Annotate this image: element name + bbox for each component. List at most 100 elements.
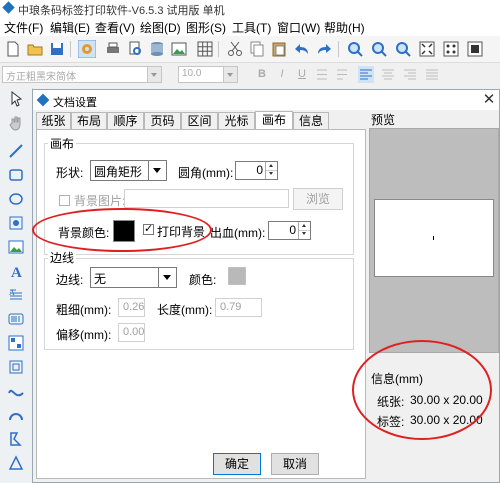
print-icon[interactable] — [104, 40, 122, 58]
fit-page-icon[interactable] — [418, 40, 436, 58]
chevron-down-icon — [223, 67, 237, 82]
menu-shape[interactable]: 图形(S) — [186, 19, 226, 36]
chevron-down-icon — [147, 67, 161, 82]
tab-paper[interactable]: 纸张 — [36, 112, 71, 129]
font-family-value: 方正粗黑宋简体 — [6, 72, 76, 83]
tab-layout[interactable]: 布局 — [71, 112, 107, 129]
bold-button[interactable]: B — [254, 66, 270, 83]
shape-label: 形状: — [56, 166, 84, 180]
paste-icon[interactable] — [270, 40, 288, 58]
close-icon[interactable]: ✕ — [481, 92, 497, 108]
zoom-out-icon[interactable] — [394, 40, 412, 58]
menu-help[interactable]: 帮助(H) — [324, 19, 365, 36]
border-color-swatch[interactable] — [228, 267, 246, 285]
border-select[interactable]: 无 — [90, 267, 177, 288]
bg-image-checkbox[interactable] — [59, 195, 70, 206]
menu-window[interactable]: 窗口(W) — [277, 19, 320, 36]
menu-file[interactable]: 文件(F) — [4, 19, 43, 36]
offset-input[interactable]: 0.00 — [118, 323, 145, 342]
menu-edit[interactable]: 编辑(E) — [50, 19, 90, 36]
spin-down-icon[interactable] — [299, 230, 310, 238]
highlight-oval-info — [352, 340, 492, 440]
barcode-tool-icon[interactable] — [8, 311, 24, 327]
align-left-icon[interactable] — [358, 66, 374, 83]
font-size-select[interactable]: 10.0 — [178, 66, 238, 83]
radius-spinner[interactable]: 0 — [235, 161, 278, 180]
radius-value: 0 — [256, 163, 263, 177]
app-logo-icon — [2, 1, 15, 14]
grid-icon[interactable] — [196, 40, 214, 58]
tab-info[interactable]: 信息 — [293, 112, 329, 129]
browse-button[interactable]: 浏览 — [293, 188, 343, 210]
shape-select[interactable]: 圆角矩形 — [90, 160, 167, 181]
preview-paper — [374, 199, 494, 277]
triangle-tool-icon[interactable] — [8, 455, 24, 471]
shape-value: 圆角矩形 — [94, 165, 143, 179]
align-center-icon[interactable] — [380, 66, 396, 83]
image-icon[interactable] — [170, 40, 188, 58]
rectangle-tool-icon[interactable] — [8, 167, 24, 183]
menu-draw[interactable]: 绘图(D) — [140, 19, 181, 36]
ellipse-tool-icon[interactable] — [8, 191, 24, 207]
print-preview-icon[interactable] — [126, 40, 144, 58]
chevron-down-icon — [158, 268, 176, 287]
tab-page-number[interactable]: 页码 — [144, 112, 181, 129]
zoom-in-icon[interactable] — [346, 40, 364, 58]
qrcode-tool-icon[interactable] — [8, 335, 24, 351]
dialog-title: 文档设置 — [53, 97, 97, 109]
select-all-icon[interactable] — [466, 40, 484, 58]
drawing-tools-panel: A A — [0, 88, 33, 483]
undo-icon[interactable] — [292, 40, 310, 58]
spin-down-icon[interactable] — [266, 170, 277, 178]
cut-icon[interactable] — [226, 40, 244, 58]
italic-button[interactable]: I — [274, 66, 290, 83]
strikethrough-icon[interactable] — [314, 66, 330, 83]
save-icon[interactable] — [48, 40, 66, 58]
zoom-fit-icon[interactable] — [370, 40, 388, 58]
cancel-button[interactable]: 取消 — [271, 453, 319, 475]
actual-size-icon[interactable] — [442, 40, 460, 58]
matrix-code-tool-icon[interactable] — [8, 359, 24, 375]
settings-gear-icon[interactable] — [78, 40, 96, 58]
underline-button[interactable]: U — [294, 66, 310, 83]
font-family-select[interactable]: 方正粗黑宋简体 — [2, 66, 162, 83]
font-size-value: 10.0 — [182, 68, 202, 79]
main-toolbar — [0, 36, 500, 63]
text-tool-icon[interactable]: A — [8, 263, 24, 279]
tab-cursor[interactable]: 光标 — [218, 112, 255, 129]
tab-range[interactable]: 区间 — [181, 112, 218, 129]
hand-pan-icon[interactable] — [8, 115, 24, 131]
align-right-icon[interactable] — [402, 66, 418, 83]
bleed-spinner[interactable]: 0 — [268, 221, 311, 240]
ok-button[interactable]: 确定 — [213, 453, 261, 475]
shape-tool-icon[interactable] — [8, 215, 24, 231]
thickness-input[interactable]: 0.26 — [118, 298, 145, 317]
image-tool-icon[interactable] — [8, 239, 24, 255]
database-icon[interactable] — [148, 40, 166, 58]
menu-view[interactable]: 查看(V) — [95, 19, 135, 36]
align-justify-icon[interactable] — [424, 66, 440, 83]
line-tool-icon[interactable] — [8, 143, 24, 159]
app-logo-icon — [36, 93, 50, 107]
preview-cursor-mark — [433, 236, 434, 240]
tab-canvas[interactable]: 画布 — [255, 111, 293, 130]
canvas-tab-panel: 画布 形状: 圆角矩形 圆角(mm): 0 背景图片: 浏览 背景颜色: 打印背… — [36, 129, 366, 479]
offset-value: 0.00 — [123, 326, 145, 338]
bg-image-path-input[interactable] — [124, 189, 289, 208]
menu-tools[interactable]: 工具(T) — [232, 19, 271, 36]
polyline-tool-icon[interactable] — [8, 431, 24, 447]
tab-order[interactable]: 顺序 — [107, 112, 144, 129]
length-input[interactable]: 0.79 — [215, 298, 262, 317]
copy-icon[interactable] — [248, 40, 266, 58]
arc-tool-icon[interactable] — [8, 407, 24, 423]
radius-label: 圆角(mm): — [178, 166, 234, 180]
text-wrap-icon[interactable] — [334, 66, 350, 83]
new-file-icon[interactable] — [4, 40, 22, 58]
window-titlebar: 中琅条码标签打印软件-V6.5.3 试用版 单机 — [0, 0, 500, 17]
redo-icon[interactable] — [316, 40, 334, 58]
open-folder-icon[interactable] — [26, 40, 44, 58]
rich-text-tool-icon[interactable]: A — [8, 287, 24, 303]
curve-tool-icon[interactable] — [8, 383, 24, 399]
select-pointer-icon[interactable] — [8, 91, 24, 107]
border-color-label: 颜色: — [189, 273, 217, 287]
